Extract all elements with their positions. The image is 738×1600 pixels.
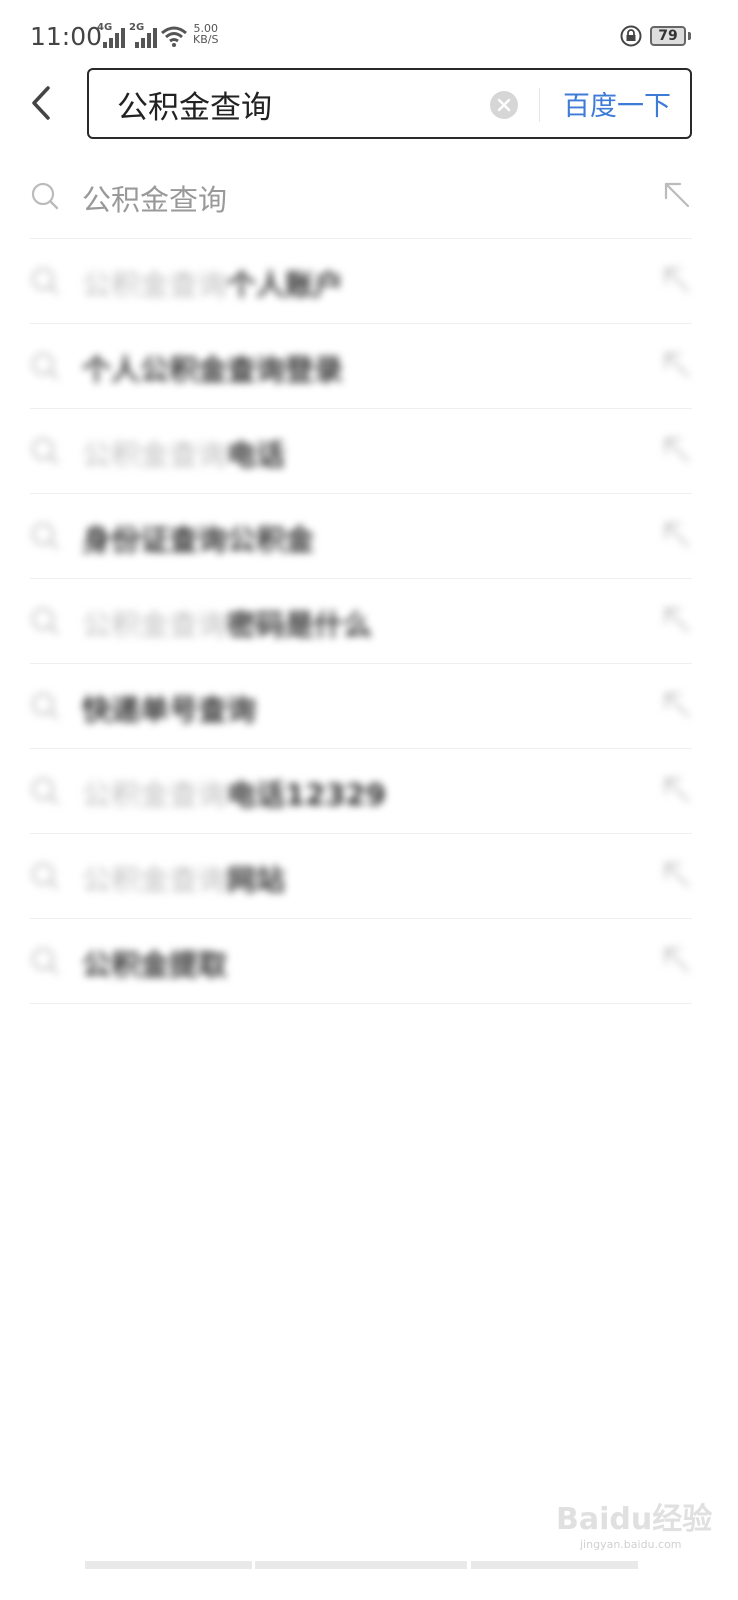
bottom-bar-segment-2 [255, 1561, 467, 1569]
suggestion-text: 公积金提取 [82, 942, 227, 984]
search-bar: 百度一下 [87, 68, 692, 139]
battery-tip [688, 32, 691, 40]
suggestion-item[interactable]: 公积金提取 [30, 919, 692, 1004]
suggestion-text: 个人公积金查询登录 [82, 347, 343, 389]
suggestion-text: 公积金查询电话 [82, 432, 285, 474]
close-icon [497, 98, 511, 112]
search-icon [31, 692, 59, 720]
search-icon [31, 522, 59, 550]
suggestion-item[interactable]: 公积金查询密码是什么 [30, 579, 692, 664]
suggestion-item[interactable]: 公积金查询网站 [30, 834, 692, 919]
search-icon [31, 352, 59, 380]
suggestion-item[interactable]: 快递单号查询 [30, 664, 692, 749]
watermark-logo: Baidu经验 [556, 1502, 713, 1537]
suggestion-rest: 电话 [227, 438, 286, 472]
suggestion-rest: 身份证查询公积金 [82, 523, 315, 557]
suggestion-text: 公积金查询 [82, 177, 227, 219]
arrow-up-left-icon[interactable] [662, 945, 692, 975]
suggestion-rest: 电话12329 [227, 778, 386, 812]
arrow-up-left-icon[interactable] [662, 350, 692, 380]
suggestion-rest: 快递单号查询 [82, 693, 257, 727]
bottom-bar-segment-3 [471, 1561, 638, 1569]
arrow-up-left-icon[interactable] [662, 520, 692, 550]
search-icon [31, 607, 59, 635]
suggestion-prefix: 公积金查询 [82, 608, 228, 642]
signal-icon-1: 4G [97, 22, 125, 48]
suggestion-rest: 网站 [227, 863, 286, 897]
suggestion-text: 公积金查询电话12329 [82, 772, 386, 814]
search-icon [31, 182, 59, 210]
suggestion-text: 身份证查询公积金 [82, 517, 314, 559]
suggestion-text: 公积金查询个人账户 [82, 262, 343, 304]
suggestion-item[interactable]: 身份证查询公积金 [30, 494, 692, 579]
suggestion-item[interactable]: 公积金查询电话 [30, 409, 692, 494]
search-divider [539, 88, 540, 122]
suggestion-item[interactable]: 公积金查询个人账户 [30, 239, 692, 324]
search-icon [31, 777, 59, 805]
suggestion-text: 公积金查询密码是什么 [82, 602, 372, 644]
suggestion-rest: 密码是什么 [227, 608, 373, 642]
suggestion-rest: 个人公积金查询登录 [82, 353, 344, 387]
arrow-up-left-icon[interactable] [662, 690, 692, 720]
suggestion-prefix: 公积金查询 [82, 268, 228, 302]
status-bar: 11:00 4G 2G 5.00 KB/S 79 [0, 0, 738, 72]
search-icon [31, 437, 59, 465]
suggestion-prefix: 公积金查询 [82, 183, 228, 217]
search-icon [31, 947, 59, 975]
arrow-up-left-icon[interactable] [662, 435, 692, 465]
back-button[interactable] [24, 82, 64, 126]
search-icon [31, 267, 59, 295]
arrow-up-left-icon[interactable] [662, 605, 692, 635]
wifi-icon [161, 26, 187, 47]
suggestion-item[interactable]: 个人公积金查询登录 [30, 324, 692, 409]
arrow-up-left-icon[interactable] [662, 860, 692, 890]
search-icon [31, 862, 59, 890]
network-speed: 5.00 KB/S [193, 23, 218, 45]
arrow-up-left-icon[interactable] [662, 265, 692, 295]
suggestion-prefix: 公积金查询 [82, 863, 228, 897]
suggestion-prefix: 公积金查询 [82, 438, 228, 472]
arrow-up-left-icon[interactable] [662, 180, 692, 210]
suggestion-prefix: 公积金查询 [82, 778, 228, 812]
suggestion-text: 公积金查询网站 [82, 857, 285, 899]
search-submit-button[interactable]: 百度一下 [563, 84, 671, 123]
network-type-1: 4G [97, 22, 113, 33]
watermark-domain: jingyan.baidu.com [580, 1538, 682, 1551]
signal-icon-2: 2G [129, 22, 157, 48]
status-time: 11:00 [30, 22, 103, 51]
suggestion-rest: 公积金提取 [82, 948, 228, 982]
suggestion-item[interactable]: 公积金查询 [30, 154, 692, 239]
suggestion-text: 快递单号查询 [82, 687, 256, 729]
arrow-up-left-icon[interactable] [662, 775, 692, 805]
suggestion-list: 公积金查询 公积金查询个人账户 个人公积金查询登录 公积金查询电话 身份证查询公积金 公积… [30, 154, 692, 1004]
suggestion-rest: 个人账户 [227, 268, 344, 302]
network-type-2: 2G [129, 22, 145, 33]
search-input[interactable] [117, 80, 477, 128]
battery-icon: 79 [650, 26, 686, 46]
rotation-lock-icon [620, 25, 642, 47]
bottom-bar-segment-1 [85, 1561, 252, 1569]
chevron-left-icon [32, 86, 50, 120]
clear-button[interactable] [490, 91, 518, 119]
speed-unit: KB/S [193, 33, 219, 46]
suggestion-item[interactable]: 公积金查询电话12329 [30, 749, 692, 834]
